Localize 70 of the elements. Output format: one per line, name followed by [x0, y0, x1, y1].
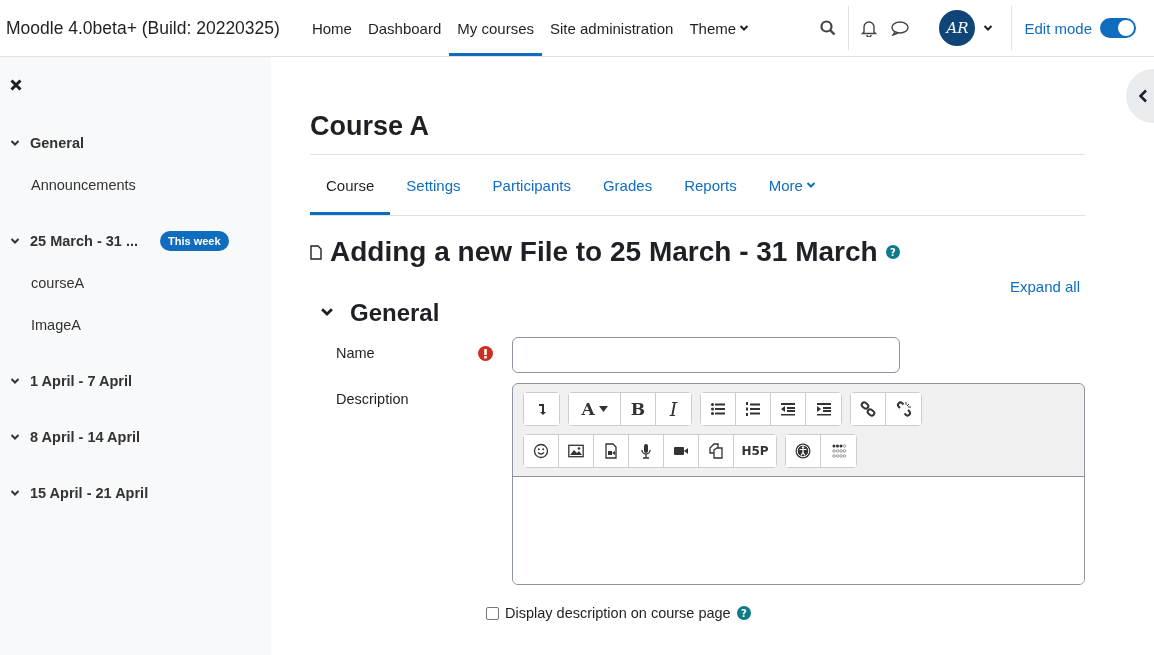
course-title: Course A	[310, 111, 431, 142]
chevron-down-icon	[10, 376, 20, 386]
required-icon	[478, 346, 493, 361]
nav-link[interactable]: Theme	[681, 0, 758, 56]
accessibility-icon	[795, 443, 811, 459]
section-title[interactable]: 25 March - 31 ...	[30, 233, 138, 249]
section-title[interactable]: General	[30, 135, 84, 151]
expand-all-link[interactable]: Expand all	[1009, 278, 1080, 295]
numbered-list-icon	[745, 401, 761, 417]
show-more-button[interactable]	[524, 393, 559, 425]
chevron-down-icon	[10, 488, 20, 498]
broken-link-icon	[895, 401, 912, 417]
page-heading: Adding a new File to 25 March - 31 March	[330, 236, 878, 268]
microphone-icon	[638, 443, 654, 459]
checkbox[interactable]	[486, 606, 499, 620]
activity-link[interactable]: courseA	[31, 275, 85, 291]
course-tab[interactable]: Course	[310, 155, 391, 215]
course-tab[interactable]: Reports	[668, 155, 753, 215]
link-button[interactable]	[851, 393, 886, 425]
outdent-icon	[780, 401, 796, 417]
checkbox-label[interactable]: Display description on course page	[505, 605, 731, 621]
copy-icon	[708, 443, 724, 459]
accessibility-checker-button[interactable]	[786, 435, 821, 467]
this-week-badge: This week	[160, 231, 229, 251]
nav-link[interactable]: My courses	[449, 0, 542, 56]
activity-link[interactable]: ImageA	[31, 317, 81, 333]
bell-icon[interactable]	[861, 19, 878, 37]
image-icon	[568, 443, 584, 459]
help-icon[interactable]: ?	[736, 606, 751, 620]
field-label: Name	[336, 345, 375, 361]
smiley-icon	[533, 443, 549, 459]
help-icon[interactable]: ?	[885, 245, 900, 259]
section-title[interactable]: 15 April - 21 April	[30, 485, 149, 501]
chevron-down-icon	[10, 138, 20, 148]
section-title[interactable]: 8 April - 14 April	[30, 429, 141, 445]
text-editor[interactable]: A B I H5P	[512, 383, 1085, 585]
chevron-down-icon	[10, 432, 20, 442]
activity-link[interactable]: Announcements	[31, 177, 136, 193]
site-name[interactable]: Moodle 4.0beta+ (Build: 20220325)	[6, 17, 280, 39]
caret-icon	[598, 406, 608, 412]
field-label: Description	[336, 391, 409, 407]
nav-link[interactable]: Home	[303, 0, 360, 56]
font-button[interactable]: A	[569, 393, 621, 425]
section-heading[interactable]: General	[350, 299, 440, 327]
bulleted-list-button[interactable]	[701, 393, 736, 425]
course-tab[interactable]: Participants	[476, 155, 587, 215]
chat-bubble-icon[interactable]	[891, 20, 910, 36]
caret-icon	[739, 23, 750, 33]
edit-mode-label: Edit mode	[1024, 19, 1092, 37]
chevron-down-icon	[10, 236, 20, 246]
caret-icon	[983, 23, 994, 33]
nav-link[interactable]: Dashboard	[359, 0, 450, 56]
course-tab[interactable]: More	[752, 155, 832, 215]
caret-icon	[805, 180, 816, 190]
name-input[interactable]	[512, 337, 900, 373]
course-tab[interactable]: Grades	[586, 155, 669, 215]
video-file-icon	[603, 443, 619, 459]
section-title[interactable]: 1 April - 7 April	[30, 373, 133, 389]
emoji-button[interactable]	[524, 435, 559, 467]
edit-mode-toggle[interactable]	[1100, 18, 1136, 38]
chevron-left-icon	[1138, 89, 1148, 103]
nav-link[interactable]: Site administration	[542, 0, 682, 56]
file-icon	[310, 244, 322, 260]
braille-dots-icon	[830, 443, 847, 459]
course-tab[interactable]: Settings	[390, 155, 477, 215]
link-icon	[860, 401, 876, 417]
bulleted-list-icon	[710, 401, 726, 417]
user-avatar[interactable]: AR	[939, 10, 976, 46]
indent-icon	[815, 401, 832, 417]
search-icon[interactable]	[820, 20, 837, 36]
